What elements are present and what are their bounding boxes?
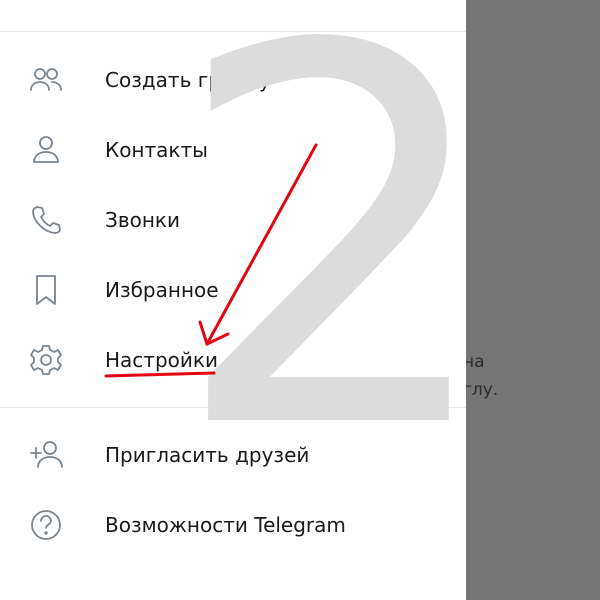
- menu-item-label: Создать группу: [105, 68, 271, 92]
- menu-item-label: Контакты: [105, 138, 208, 162]
- menu-item-invite-friends[interactable]: Пригласить друзей: [0, 420, 466, 490]
- menu-item-settings[interactable]: Настройки: [0, 325, 466, 395]
- menu-item-contacts[interactable]: Контакты: [0, 115, 466, 185]
- menu-item-label: Пригласить друзей: [105, 443, 310, 467]
- menu-item-label: Избранное: [105, 278, 219, 302]
- gear-icon: [26, 340, 66, 380]
- menu-item-label: Звонки: [105, 208, 180, 232]
- menu-item-saved[interactable]: Избранное: [0, 255, 466, 325]
- top-divider: [0, 31, 466, 32]
- phone-icon: [26, 200, 66, 240]
- help-icon: [26, 505, 66, 545]
- navigation-drawer: Создать группу Контакты Звонки Избранное…: [0, 0, 466, 600]
- menu-item-telegram-features[interactable]: Возможности Telegram: [0, 490, 466, 560]
- group-icon: [26, 60, 66, 100]
- menu-item-label: Настройки: [105, 348, 218, 372]
- backdrop-text-line: глу.: [463, 380, 499, 400]
- backdrop-chat-text: на глу.: [463, 348, 498, 404]
- section-divider: [0, 407, 466, 408]
- backdrop-text-line: на: [463, 352, 485, 372]
- menu-item-new-group[interactable]: Создать группу: [0, 45, 466, 115]
- add-user-icon: [26, 435, 66, 475]
- contact-icon: [26, 130, 66, 170]
- bookmark-icon: [26, 270, 66, 310]
- menu-item-calls[interactable]: Звонки: [0, 185, 466, 255]
- menu-item-label: Возможности Telegram: [105, 513, 346, 537]
